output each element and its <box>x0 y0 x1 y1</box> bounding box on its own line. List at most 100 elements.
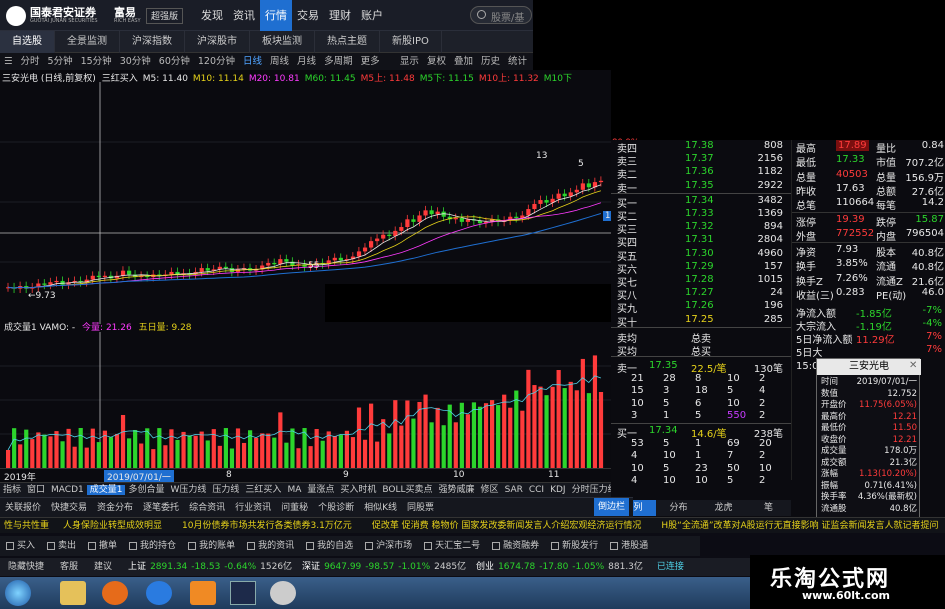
media-icon[interactable] <box>102 581 128 605</box>
quote-row[interactable]: 卖三 17.37 2156 <box>611 153 791 168</box>
fund-tab[interactable]: 资金分布 <box>92 503 138 513</box>
close-icon[interactable]: ✕ <box>909 360 917 371</box>
status-item[interactable]: 客服 <box>52 562 86 572</box>
indicator-tab[interactable]: SAR <box>502 485 526 495</box>
nav-item[interactable]: 账户 <box>356 0 388 31</box>
quote-row[interactable]: 买七 17.28 1015 <box>611 274 791 289</box>
folder-icon[interactable] <box>60 581 86 605</box>
period-item[interactable]: 周线 <box>266 53 293 70</box>
fund-tab[interactable]: 相似K线 <box>359 503 402 513</box>
fund-tab[interactable]: 综合资讯 <box>184 503 230 513</box>
quote-row[interactable]: 买十 17.25 285 <box>611 314 791 329</box>
tab-item[interactable]: 全景监测 <box>55 31 120 53</box>
indicator-tab[interactable]: 窗口 <box>24 485 48 495</box>
indicator-tab[interactable]: BOLL买卖点 <box>379 485 435 495</box>
indicator-tab[interactable]: 修区 <box>478 485 502 495</box>
indicator-tab[interactable]: MACD1 <box>48 485 87 495</box>
nav-item[interactable]: 交易 <box>292 0 324 31</box>
start-button[interactable] <box>5 580 31 606</box>
search-box[interactable]: 股票/基 <box>470 6 532 24</box>
action-item[interactable]: 我的自选 <box>300 541 359 551</box>
nav-item[interactable]: 理财 <box>324 0 356 31</box>
tab-item[interactable]: 沪深股市 <box>185 31 250 53</box>
action-item[interactable]: 天汇宝二号 <box>418 541 486 551</box>
browser-icon[interactable] <box>146 581 172 605</box>
tab-item[interactable]: 板块监测 <box>250 31 315 53</box>
action-item[interactable]: 撤单 <box>82 541 123 551</box>
action-item[interactable]: 我的账单 <box>182 541 241 551</box>
right-tab[interactable]: 分布 <box>656 500 701 516</box>
period-right-item[interactable]: 复权 <box>423 53 450 70</box>
fund-tab[interactable]: 问董秘 <box>276 503 313 513</box>
action-item[interactable]: 买入 <box>0 541 41 551</box>
fund-tab[interactable]: 同股票 <box>402 503 439 513</box>
fund-tab[interactable]: 快捷交易 <box>46 503 92 513</box>
action-item[interactable]: 沪深市场 <box>359 541 418 551</box>
quote-row[interactable]: 买三 17.32 894 <box>611 221 791 236</box>
indicator-tab[interactable]: 强势威廉 <box>436 485 478 495</box>
nav-item[interactable]: 行情 <box>260 0 292 31</box>
period-item[interactable]: 月线 <box>293 53 320 70</box>
quote-row[interactable]: 买九 17.26 196 <box>611 300 791 315</box>
period-right-item[interactable]: 叠加 <box>450 53 477 70</box>
indicator-tab[interactable]: 三红买入 <box>242 485 284 495</box>
indicator-tab[interactable]: 多创合量 <box>125 485 167 495</box>
quote-row[interactable]: 卖一 17.35 2922 <box>611 180 791 195</box>
indicator-tab[interactable]: 买入时机 <box>337 485 379 495</box>
tab-item[interactable]: 自选股 <box>0 31 55 53</box>
news-item[interactable]: 10月份债券市场共发行各类债券3.1万亿元 <box>172 521 362 531</box>
indicator-tab[interactable]: W压力线 <box>168 485 210 495</box>
action-item[interactable]: 我的资讯 <box>241 541 300 551</box>
quote-row[interactable]: 买一 17.34 3482 <box>611 195 791 210</box>
fund-tab[interactable]: 关联报价 <box>0 503 46 513</box>
action-item[interactable]: 卖出 <box>41 541 82 551</box>
period-item[interactable]: 日线 <box>239 53 266 70</box>
period-right-item[interactable]: 历史 <box>477 53 504 70</box>
action-item[interactable]: 港股通 <box>604 541 654 551</box>
kline-chart-area[interactable]: 三安光电 (日线,前复权) 三红买入 M5: 11.40 M10: 11.14 M20:… <box>0 70 640 480</box>
edition-badge[interactable]: 超强版 <box>146 8 184 24</box>
news-item[interactable]: H股“全流通”改革对A股运行无直接影响 证监会新闻发言人就记者提问 <box>651 521 945 531</box>
period-right-item[interactable]: 统计 <box>504 53 531 70</box>
period-item[interactable]: 120分钟 <box>194 53 239 70</box>
period-item[interactable]: 30分钟 <box>116 53 155 70</box>
fund-tab[interactable]: 行业资讯 <box>230 503 276 513</box>
indicator-tab[interactable]: CCI <box>526 485 547 495</box>
quote-row[interactable]: 买五 17.30 4960 <box>611 248 791 263</box>
tab-item[interactable]: 新股IPO <box>380 31 442 53</box>
status-item[interactable]: 隐藏快捷 <box>0 562 52 572</box>
indicator-tab[interactable]: 指标 <box>0 485 24 495</box>
fund-right[interactable]: 倒边栏 <box>593 498 629 516</box>
period-item[interactable]: 5分钟 <box>44 53 77 70</box>
menu-icon[interactable]: ☰ <box>0 53 17 70</box>
tab-item[interactable]: 沪深指数 <box>120 31 185 53</box>
indicator-tab[interactable]: KDJ <box>547 485 569 495</box>
right-tab[interactable]: 龙虎 <box>701 500 746 516</box>
period-item[interactable]: 60分钟 <box>155 53 194 70</box>
period-item[interactable]: 15分钟 <box>77 53 116 70</box>
fund-tab[interactable]: 逐笔委托 <box>138 503 184 513</box>
action-item[interactable]: 新股发行 <box>545 541 604 551</box>
rich-easy-icon[interactable] <box>230 581 256 605</box>
quote-row[interactable]: 买二 17.33 1369 <box>611 208 791 223</box>
pdf-icon[interactable] <box>190 581 216 605</box>
tab-item[interactable]: 热点主题 <box>315 31 380 53</box>
indicator-tab[interactable]: 压力线 <box>209 485 242 495</box>
quote-row[interactable]: 买八 17.27 24 <box>611 287 791 302</box>
news-item[interactable]: 促改革 促消费 稳物价 国家发改委新闻发言人介绍宏观经济运行情况 <box>362 521 652 531</box>
indicator-tab[interactable]: 量涨点 <box>304 485 337 495</box>
quote-row[interactable]: 卖四 17.38 808 <box>611 140 791 155</box>
quote-row[interactable]: 买四 17.31 2804 <box>611 234 791 249</box>
indicator-tab[interactable]: MA <box>284 485 304 495</box>
period-item[interactable]: 多周期 <box>320 53 357 70</box>
period-item[interactable]: 分时 <box>17 53 44 70</box>
quote-row[interactable]: 卖二 17.36 1182 <box>611 166 791 181</box>
right-tab[interactable]: 笔 <box>746 500 791 516</box>
status-item[interactable]: 建议 <box>86 562 120 572</box>
nav-item[interactable]: 资讯 <box>228 0 260 31</box>
action-item[interactable]: 我的持仓 <box>123 541 182 551</box>
news-item[interactable]: 人身保险业转型成效明显 <box>53 521 172 531</box>
app-icon[interactable] <box>270 581 296 605</box>
indicator-tab[interactable]: 成交量1 <box>86 485 126 495</box>
action-item[interactable]: 融资融券 <box>486 541 545 551</box>
